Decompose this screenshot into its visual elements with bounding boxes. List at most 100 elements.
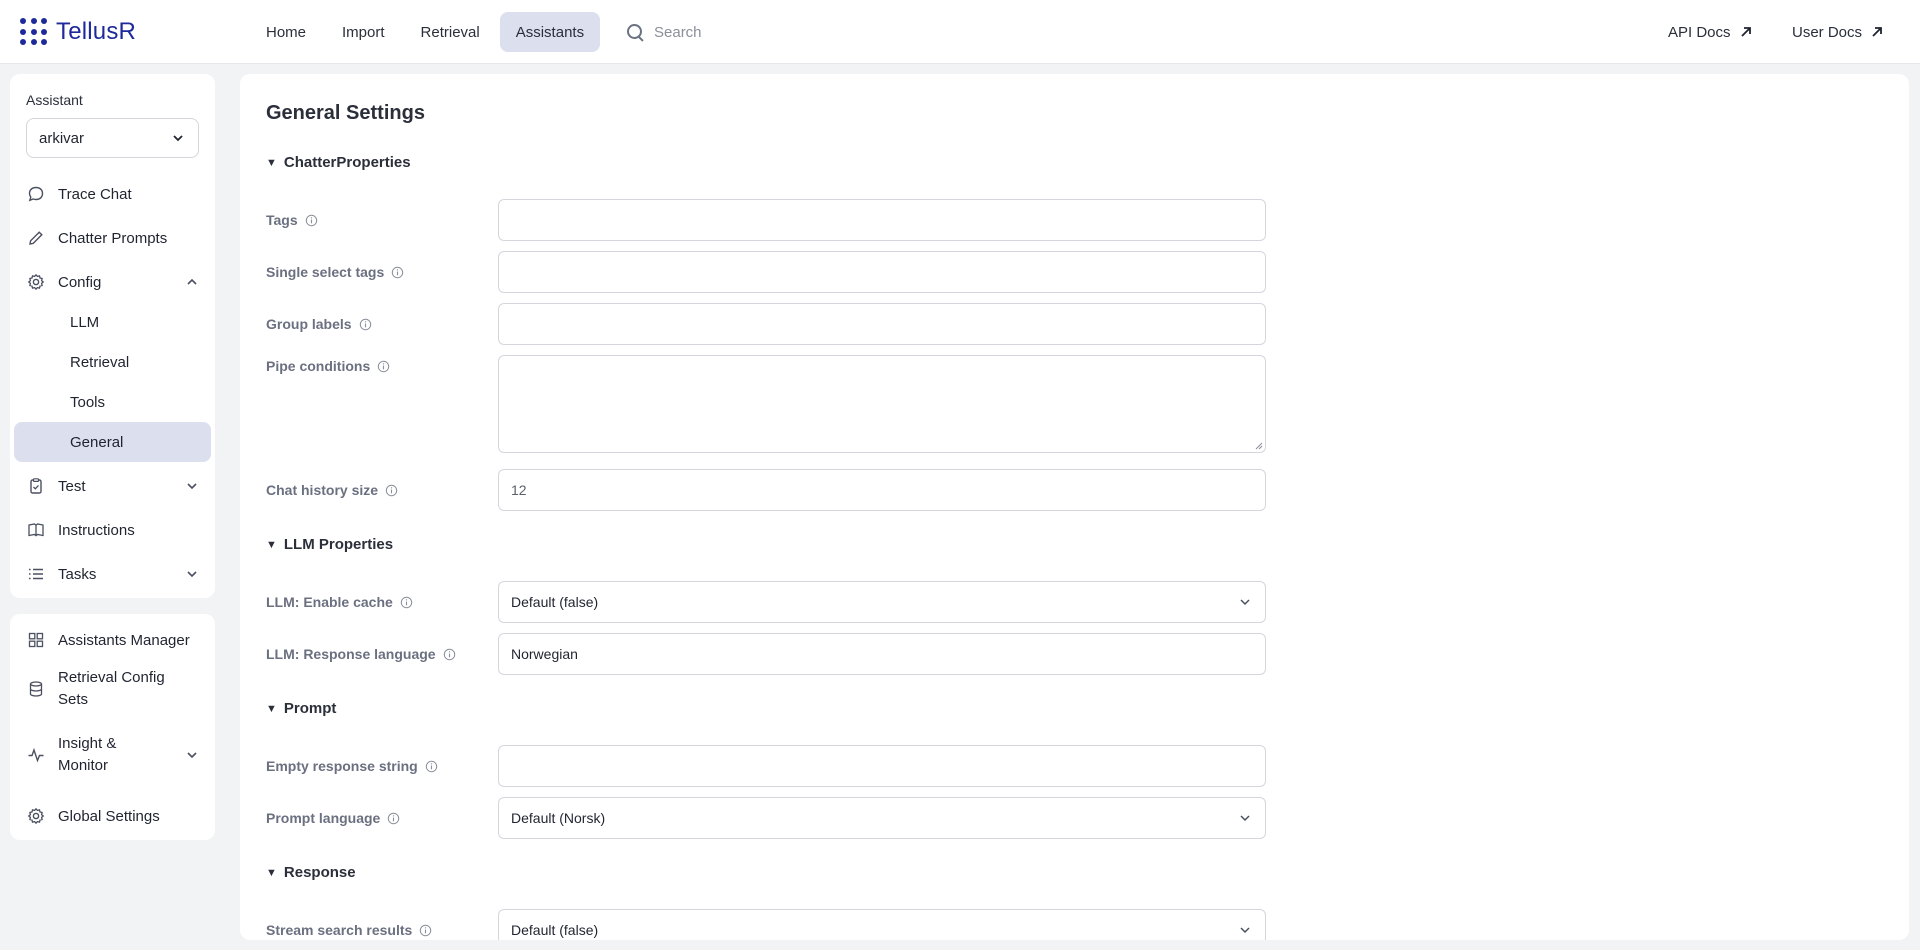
sidebar-item-label: Chatter Prompts	[58, 229, 168, 247]
database-icon	[26, 679, 46, 699]
assistant-select[interactable]: arkivar	[26, 118, 199, 158]
response-language-label: LLM: Response language	[266, 646, 456, 662]
tags-input[interactable]	[498, 199, 1266, 241]
sidebar-item-label: Retrieval Config Sets	[58, 669, 165, 708]
sidebar-item-insight-monitor[interactable]: Insight & Monitor	[14, 730, 211, 780]
info-icon[interactable]	[443, 648, 456, 661]
search-icon	[626, 23, 644, 41]
sidebar-item-label: Test	[58, 477, 86, 495]
info-icon[interactable]	[377, 360, 390, 373]
sidebar-subitem-retrieval[interactable]: Retrieval	[14, 342, 211, 382]
chat-bubble-icon	[26, 184, 46, 204]
nav-assistants[interactable]: Assistants	[499, 12, 601, 52]
main-nav: Home Import Retrieval Assistants	[250, 12, 601, 52]
sidebar-item-label: Global Settings	[58, 807, 160, 825]
gear-icon	[26, 806, 46, 826]
search-bar	[626, 12, 854, 52]
sidebar-item-test[interactable]: Test	[14, 466, 211, 506]
chat-history-size-input[interactable]: 12	[498, 469, 1266, 511]
info-icon[interactable]	[419, 924, 432, 937]
sidebar-subitem-general[interactable]: General	[14, 422, 211, 462]
section-title: LLM Properties	[283, 536, 394, 553]
sidebar-item-label: Insight & Monitor	[58, 735, 117, 774]
general-settings-panel: General Settings ▼ ChatterProperties Tag…	[240, 74, 1909, 940]
section-llm-properties[interactable]: ▼ LLM Properties	[266, 536, 393, 553]
list-icon	[26, 564, 46, 584]
nav-retrieval[interactable]: Retrieval	[405, 12, 496, 52]
info-icon[interactable]	[400, 596, 413, 609]
sidebar-item-label: Config	[58, 273, 102, 291]
api-docs-link[interactable]: API Docs	[1668, 12, 1753, 52]
gear-icon	[26, 272, 46, 292]
assistant-label: Assistant	[26, 92, 83, 108]
sidebar-item-tasks[interactable]: Tasks	[14, 554, 211, 594]
sidebar-item-label: Trace Chat	[58, 185, 132, 203]
caret-down-icon: ▼	[266, 702, 277, 715]
section-response[interactable]: ▼ Response	[266, 864, 356, 881]
pipe-conditions-textarea[interactable]	[498, 355, 1266, 453]
enable-cache-label: LLM: Enable cache	[266, 594, 413, 610]
chevron-down-icon	[187, 483, 197, 490]
nav-import[interactable]: Import	[326, 12, 401, 52]
chevron-down-icon	[1240, 599, 1250, 606]
grid-icon	[26, 630, 46, 650]
sidebar-item-assistants-manager[interactable]: Assistants Manager	[14, 620, 211, 660]
app-logo[interactable]: TellusR	[20, 17, 136, 47]
nav-home[interactable]: Home	[250, 12, 322, 52]
sidebar-item-label: Instructions	[58, 521, 135, 539]
sidebar-item-trace-chat[interactable]: Trace Chat	[14, 174, 211, 214]
user-docs-link[interactable]: User Docs	[1792, 12, 1884, 52]
user-docs-label: User Docs	[1792, 23, 1863, 41]
stream-search-label: Stream search results	[266, 922, 432, 938]
sidebar-global-panel: Assistants Manager Retrieval Config Sets …	[10, 614, 215, 840]
select-value: Default (false)	[511, 922, 599, 938]
sidebar-item-label: Tasks	[58, 565, 97, 583]
sidebar-item-chatter-prompts[interactable]: Chatter Prompts	[14, 218, 211, 258]
section-title: ChatterProperties	[283, 154, 411, 171]
sidebar-subitem-tools[interactable]: Tools	[14, 382, 211, 422]
empty-response-input[interactable]	[498, 745, 1266, 787]
info-icon[interactable]	[359, 318, 372, 331]
prompt-language-label: Prompt language	[266, 810, 400, 826]
page-title: General Settings	[266, 102, 425, 124]
api-docs-label: API Docs	[1668, 23, 1731, 41]
caret-down-icon: ▼	[266, 538, 277, 551]
caret-down-icon: ▼	[266, 866, 277, 879]
sidebar-item-instructions[interactable]: Instructions	[14, 510, 211, 550]
tags-label: Tags	[266, 212, 318, 228]
sidebar-subitem-llm[interactable]: LLM	[14, 302, 211, 342]
chevron-down-icon	[1240, 815, 1250, 822]
chevron-down-icon	[187, 571, 197, 578]
info-icon[interactable]	[385, 484, 398, 497]
info-icon[interactable]	[425, 760, 438, 773]
info-icon[interactable]	[305, 214, 318, 227]
section-chatter-properties[interactable]: ▼ ChatterProperties	[266, 154, 411, 171]
enable-cache-select[interactable]: Default (false)	[498, 581, 1266, 623]
info-icon[interactable]	[387, 812, 400, 825]
sidebar-item-config[interactable]: Config	[14, 262, 211, 302]
app-name: TellusR	[56, 18, 137, 45]
info-icon[interactable]	[391, 266, 404, 279]
prompt-language-select[interactable]: Default (Norsk)	[498, 797, 1266, 839]
chevron-up-icon	[187, 278, 197, 285]
response-language-input[interactable]: Norwegian	[498, 633, 1266, 675]
top-bar: TellusR Home Import Retrieval Assistants…	[0, 0, 1920, 64]
pencil-icon	[26, 228, 46, 248]
clipboard-check-icon	[26, 476, 46, 496]
external-arrow-icon	[1872, 27, 1882, 37]
sidebar-item-global-settings[interactable]: Global Settings	[14, 796, 211, 836]
caret-down-icon: ▼	[266, 156, 277, 169]
resize-handle-icon[interactable]	[1254, 441, 1263, 450]
single-select-tags-input[interactable]	[498, 251, 1266, 293]
assistant-select-value: arkivar	[39, 129, 85, 147]
stream-search-select[interactable]: Default (false)	[498, 909, 1266, 940]
external-arrow-icon	[1740, 27, 1751, 37]
section-prompt[interactable]: ▼ Prompt	[266, 700, 336, 717]
single-select-tags-label: Single select tags	[266, 264, 404, 280]
chevron-down-icon	[173, 135, 183, 142]
select-value: Default (false)	[511, 594, 599, 610]
sidebar-item-retrieval-config-sets[interactable]: Retrieval Config Sets	[14, 664, 211, 714]
search-input[interactable]	[654, 23, 854, 41]
sidebar-item-label: Assistants Manager	[58, 631, 190, 649]
group-labels-input[interactable]	[498, 303, 1266, 345]
